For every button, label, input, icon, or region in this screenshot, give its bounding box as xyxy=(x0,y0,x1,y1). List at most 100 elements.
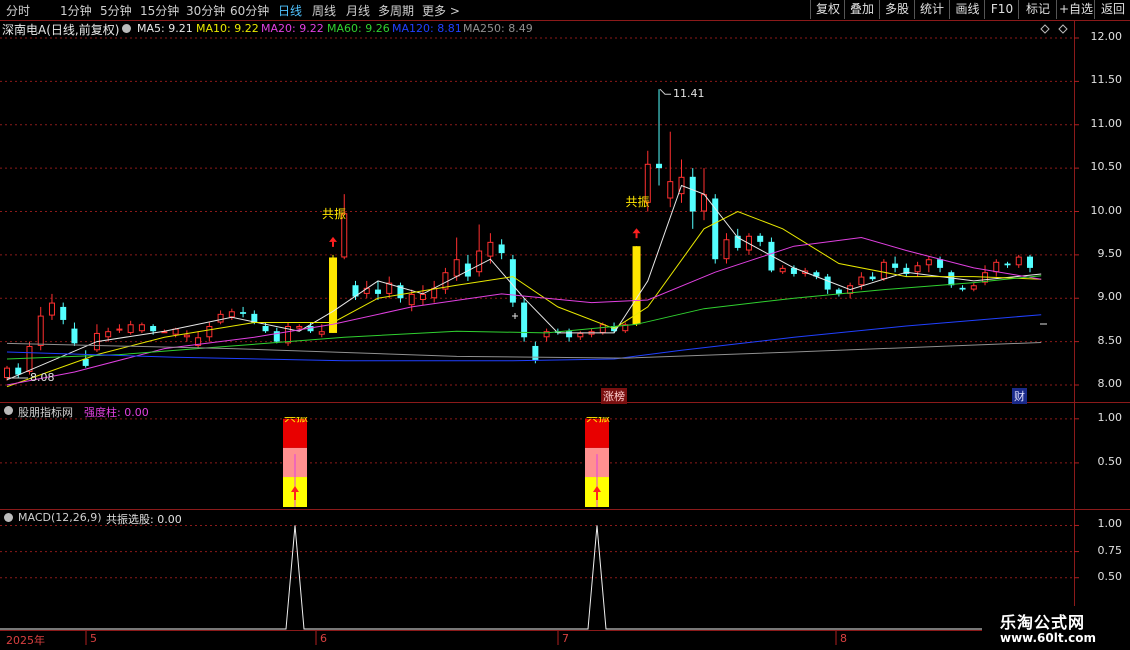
candle-body-74 xyxy=(835,289,842,294)
period-tab-6[interactable]: 日线 xyxy=(278,2,302,19)
candle-body-87 xyxy=(982,272,989,283)
period-tab-3[interactable]: 15分钟 xyxy=(140,2,179,19)
diamond-icon-2 xyxy=(1058,24,1068,34)
candle-body-26 xyxy=(296,326,303,329)
period-tab-2[interactable]: 5分钟 xyxy=(100,2,132,19)
low-label: 8.08 xyxy=(30,371,55,385)
candle-body-83 xyxy=(937,259,944,268)
toolbar-button-4[interactable]: 画线 xyxy=(949,0,985,19)
toolbar-button-1[interactable]: 叠加 xyxy=(844,0,879,19)
candle-body-51 xyxy=(577,332,584,338)
macd-tick-label-0: 1.00 xyxy=(1097,517,1123,531)
strength-cut-label-1: 共振 xyxy=(586,417,611,424)
candle-body-28 xyxy=(318,331,325,335)
candle-body-1 xyxy=(15,367,22,375)
candle-body-20 xyxy=(228,311,235,318)
candle-body-29 xyxy=(329,257,338,333)
candle-body-91 xyxy=(1027,256,1033,268)
candle-body-41 xyxy=(464,263,471,277)
strength-arrow-0 xyxy=(291,486,299,492)
candle-body-31 xyxy=(352,285,359,297)
candle-body-73 xyxy=(824,276,831,290)
period-tab-5[interactable]: 60分钟 xyxy=(230,2,269,19)
resonance-pulse-line xyxy=(0,525,1074,630)
candle-body-14 xyxy=(161,331,168,334)
candle-body-56 xyxy=(632,246,641,325)
indicator-tick-label-0: 1.00 xyxy=(1097,410,1123,424)
candle-body-90 xyxy=(1015,256,1022,266)
candle-body-46 xyxy=(521,302,528,338)
period-tab-4[interactable]: 30分钟 xyxy=(186,2,225,19)
toolbar-button-6[interactable]: 标记 xyxy=(1018,0,1057,19)
candle-body-38 xyxy=(431,287,438,299)
candle-body-4 xyxy=(48,302,55,316)
strength-bar-bottom-1 xyxy=(585,477,609,507)
price-tick-label-6: 9.00 xyxy=(1097,290,1123,304)
toolbar-button-3[interactable]: 统计 xyxy=(914,0,949,19)
ma-line-MA120 xyxy=(6,314,1042,362)
high-label: 11.41 xyxy=(673,87,705,101)
period-tab-10[interactable]: 更多 > xyxy=(422,2,460,19)
period-tab-7[interactable]: 周线 xyxy=(312,2,336,19)
watermark-title: 乐淘公式网 xyxy=(1000,613,1086,632)
candle-body-47 xyxy=(532,345,539,361)
candle-body-88 xyxy=(993,261,1000,273)
ma-legend-1: MA10: 9.22 xyxy=(196,22,259,35)
candle-body-21 xyxy=(240,312,247,314)
cai-badge[interactable]: 财 xyxy=(1012,388,1027,404)
candle-body-72 xyxy=(813,272,820,277)
candle-body-55 xyxy=(622,324,629,332)
watermark-url: www.60lt.com xyxy=(1000,631,1097,645)
ma-legend-3: MA60: 9.26 xyxy=(327,22,390,35)
candle-body-23 xyxy=(262,326,269,332)
price-tick-label-2: 11.00 xyxy=(1090,116,1123,130)
candle-body-60 xyxy=(678,176,685,195)
macd-toggle-icon[interactable] xyxy=(4,513,13,522)
toolbar-button-5[interactable]: F10 xyxy=(984,0,1019,19)
ma-line-MA10 xyxy=(6,210,1042,388)
strength-arrow-1 xyxy=(593,486,601,492)
zhangbang-badge[interactable]: 涨榜 xyxy=(601,388,627,404)
candle-body-43 xyxy=(487,241,494,257)
candle-body-7 xyxy=(82,358,89,366)
candle-body-66 xyxy=(745,235,752,251)
candle-body-13 xyxy=(150,326,157,332)
candle-body-61 xyxy=(689,176,696,212)
candle-body-59 xyxy=(667,181,674,199)
ma-legend-4: MA120: 8.81 xyxy=(392,22,462,35)
signal-arrow-1 xyxy=(632,228,641,234)
candle-body-48 xyxy=(543,331,550,338)
candle-body-37 xyxy=(419,293,426,300)
indicator-toggle-icon[interactable] xyxy=(4,406,13,415)
candle-body-80 xyxy=(903,267,910,274)
period-tab-8[interactable]: 月线 xyxy=(346,2,370,19)
strength-bar-mid-0 xyxy=(283,447,307,478)
candle-body-68 xyxy=(768,241,775,271)
candle-body-0 xyxy=(4,367,10,379)
candle-body-8 xyxy=(93,332,100,351)
period-tab-1[interactable]: 1分钟 xyxy=(60,2,92,19)
candle-body-79 xyxy=(892,263,899,268)
candle-body-2 xyxy=(26,345,33,372)
candle-body-12 xyxy=(138,324,145,332)
candle-body-62 xyxy=(700,194,707,212)
toolbar-button-2[interactable]: 多股 xyxy=(879,0,914,19)
diamond-icon xyxy=(1040,24,1050,34)
candle-body-19 xyxy=(217,313,224,323)
candle-body-86 xyxy=(970,285,977,290)
candle-body-36 xyxy=(408,293,415,306)
candle-body-67 xyxy=(757,235,764,242)
candle-body-34 xyxy=(386,282,393,294)
candle-body-70 xyxy=(790,267,797,274)
price-tick-label-4: 10.00 xyxy=(1090,203,1123,217)
toolbar-button-8[interactable]: 返回 xyxy=(1094,0,1130,19)
chart-canvas xyxy=(0,20,1130,645)
indicator-tick-label-1: 0.50 xyxy=(1097,454,1123,468)
toolbar-button-0[interactable]: 复权 xyxy=(810,0,845,19)
settings-gear-icon[interactable] xyxy=(122,24,131,33)
toolbar-button-7[interactable]: +自选 xyxy=(1056,0,1095,19)
period-tab-9[interactable]: 多周期 xyxy=(378,2,414,19)
candle-body-45 xyxy=(509,259,516,303)
candle-body-52 xyxy=(588,331,595,335)
period-tab-0[interactable]: 分时 xyxy=(6,2,30,19)
